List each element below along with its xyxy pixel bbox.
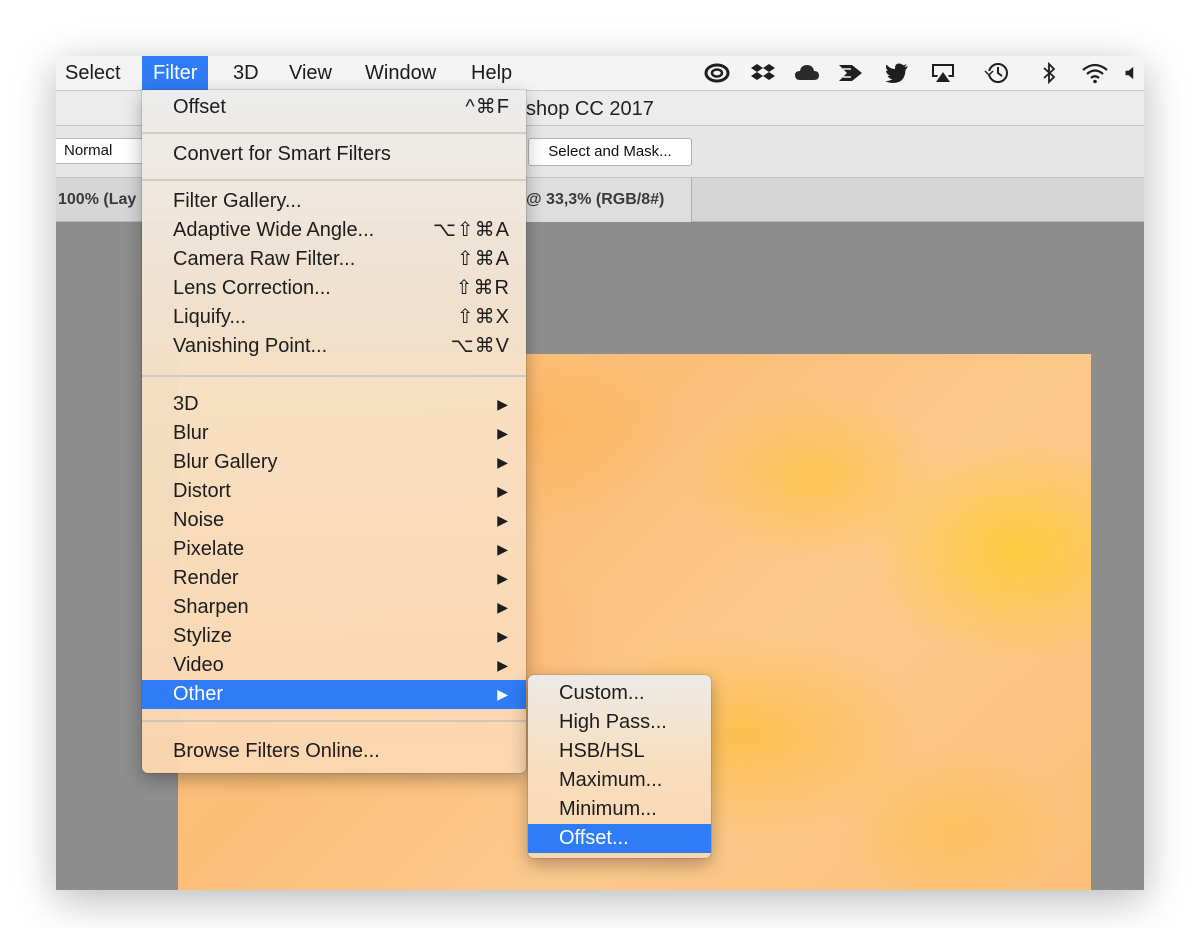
submenu-item-high-pass[interactable]: High Pass... [528,708,711,737]
menu-item-label: HSB/HSL [559,740,645,762]
menu-filter[interactable]: Filter [142,56,209,90]
other-submenu: Custom... High Pass... HSB/HSL Maximum..… [528,675,711,858]
menu-item-noise[interactable]: Noise ▶ [142,506,526,535]
airmail-icon[interactable] [836,60,866,86]
menu-item-label: Convert for Smart Filters [173,143,391,165]
select-and-mask-button[interactable]: Select and Mask... [528,138,692,166]
menu-window[interactable]: Window [354,56,447,90]
shortcut-label: ⌥⇧⌘A [432,219,510,241]
separator [142,179,526,181]
submenu-arrow-icon: ▶ [497,657,508,673]
creative-cloud-icon[interactable] [702,60,732,86]
filter-menu: Offset ^⌘F Convert for Smart Filters Fil… [142,90,526,773]
volume-icon[interactable] [1124,60,1144,86]
menu-item-camera-raw-filter[interactable]: Camera Raw Filter... ⇧⌘A [142,245,526,274]
menu-item-label: Offset... [559,827,629,849]
menu-item-label: Blur Gallery [173,451,278,473]
submenu-arrow-icon: ▶ [497,396,508,412]
menu-item-label: Other [173,683,224,705]
menu-item-stylize[interactable]: Stylize ▶ [142,622,526,651]
shortcut-label: ⌥⌘V [450,335,510,357]
menu-item-label: Adaptive Wide Angle... [173,219,375,241]
menu-item-label: High Pass... [559,711,667,733]
menu-item-distort[interactable]: Distort ▶ [142,477,526,506]
menu-item-browse-filters-online[interactable]: Browse Filters Online... [142,737,526,766]
wifi-icon[interactable] [1080,60,1110,86]
menu-item-convert-smart-filters[interactable]: Convert for Smart Filters [142,140,526,169]
menu-help[interactable]: Help [460,56,523,90]
menu-item-label: Lens Correction... [173,277,331,299]
shortcut-label: ⇧⌘A [456,248,510,270]
menu-item-blur-gallery[interactable]: Blur Gallery ▶ [142,448,526,477]
menu-item-video[interactable]: Video ▶ [142,651,526,680]
time-machine-icon[interactable] [982,60,1012,86]
twitter-icon[interactable] [882,60,912,86]
menu-item-label: Video [173,654,224,676]
menu-item-label: Filter Gallery... [173,190,302,212]
dropbox-icon[interactable] [748,60,778,86]
bluetooth-icon[interactable] [1034,60,1064,86]
menu-item-blur[interactable]: Blur ▶ [142,419,526,448]
submenu-arrow-icon: ▶ [497,541,508,557]
submenu-arrow-icon: ▶ [497,628,508,644]
menu-item-label: Stylize [173,625,232,647]
menu-item-other[interactable]: Other ▶ [142,680,526,709]
mode-dropdown[interactable]: Normal [56,138,156,164]
submenu-arrow-icon: ▶ [497,512,508,528]
menu-item-label: Noise [173,509,225,531]
submenu-arrow-icon: ▶ [497,425,508,441]
menu-item-render[interactable]: Render ▶ [142,564,526,593]
submenu-arrow-icon: ▶ [497,454,508,470]
menu-item-3d[interactable]: 3D ▶ [142,390,526,419]
window-title: shop CC 2017 [526,98,654,120]
menu-item-label: Offset [173,96,226,118]
menu-item-label: Custom... [559,682,645,704]
submenu-item-custom[interactable]: Custom... [528,679,711,708]
menu-bar: Select Filter 3D View Window Help [56,56,1144,90]
menu-item-lens-correction[interactable]: Lens Correction... ⇧⌘R [142,274,526,303]
menu-item-label: Camera Raw Filter... [173,248,356,270]
menu-item-label: Sharpen [173,596,249,618]
menu-view[interactable]: View [278,56,343,90]
menu-item-liquify[interactable]: Liquify... ⇧⌘X [142,303,526,332]
separator [142,720,526,722]
menu-item-last-filter[interactable]: Offset ^⌘F [142,93,526,122]
menu-item-vanishing-point[interactable]: Vanishing Point... ⌥⌘V [142,332,526,361]
menu-item-label: Vanishing Point... [173,335,328,357]
menu-item-label: Maximum... [559,769,663,791]
submenu-item-minimum[interactable]: Minimum... [528,795,711,824]
menu-item-label: Distort [173,480,231,502]
menu-item-adaptive-wide-angle[interactable]: Adaptive Wide Angle... ⌥⇧⌘A [142,216,526,245]
submenu-arrow-icon: ▶ [497,686,508,702]
menu-item-sharpen[interactable]: Sharpen ▶ [142,593,526,622]
document-tab-2[interactable]: @ 33,3% (RGB/8#) [522,178,692,222]
menu-item-label: Render [173,567,239,589]
menu-item-label: Liquify... [173,306,246,328]
shortcut-label: ⇧⌘X [456,306,510,328]
menu-3d[interactable]: 3D [222,56,270,90]
submenu-item-maximum[interactable]: Maximum... [528,766,711,795]
submenu-item-offset[interactable]: Offset... [528,824,711,853]
menu-item-label: Blur [173,422,209,444]
shortcut-label: ⇧⌘R [455,277,510,299]
submenu-arrow-icon: ▶ [497,570,508,586]
shortcut-label: ^⌘F [465,96,510,118]
menu-item-label: Pixelate [173,538,245,560]
submenu-arrow-icon: ▶ [497,483,508,499]
submenu-arrow-icon: ▶ [497,599,508,615]
menu-item-label: 3D [173,393,199,415]
menu-select[interactable]: Select [56,56,132,90]
menu-item-pixelate[interactable]: Pixelate ▶ [142,535,526,564]
menu-item-filter-gallery[interactable]: Filter Gallery... [142,187,526,216]
cloud-icon[interactable] [792,60,822,86]
menu-item-label: Minimum... [559,798,657,820]
menu-item-label: Browse Filters Online... [173,740,380,762]
airplay-icon[interactable] [928,60,958,86]
separator [142,132,526,134]
submenu-item-hsb-hsl[interactable]: HSB/HSL [528,737,711,766]
separator [142,375,526,377]
status-icons [696,56,1144,90]
